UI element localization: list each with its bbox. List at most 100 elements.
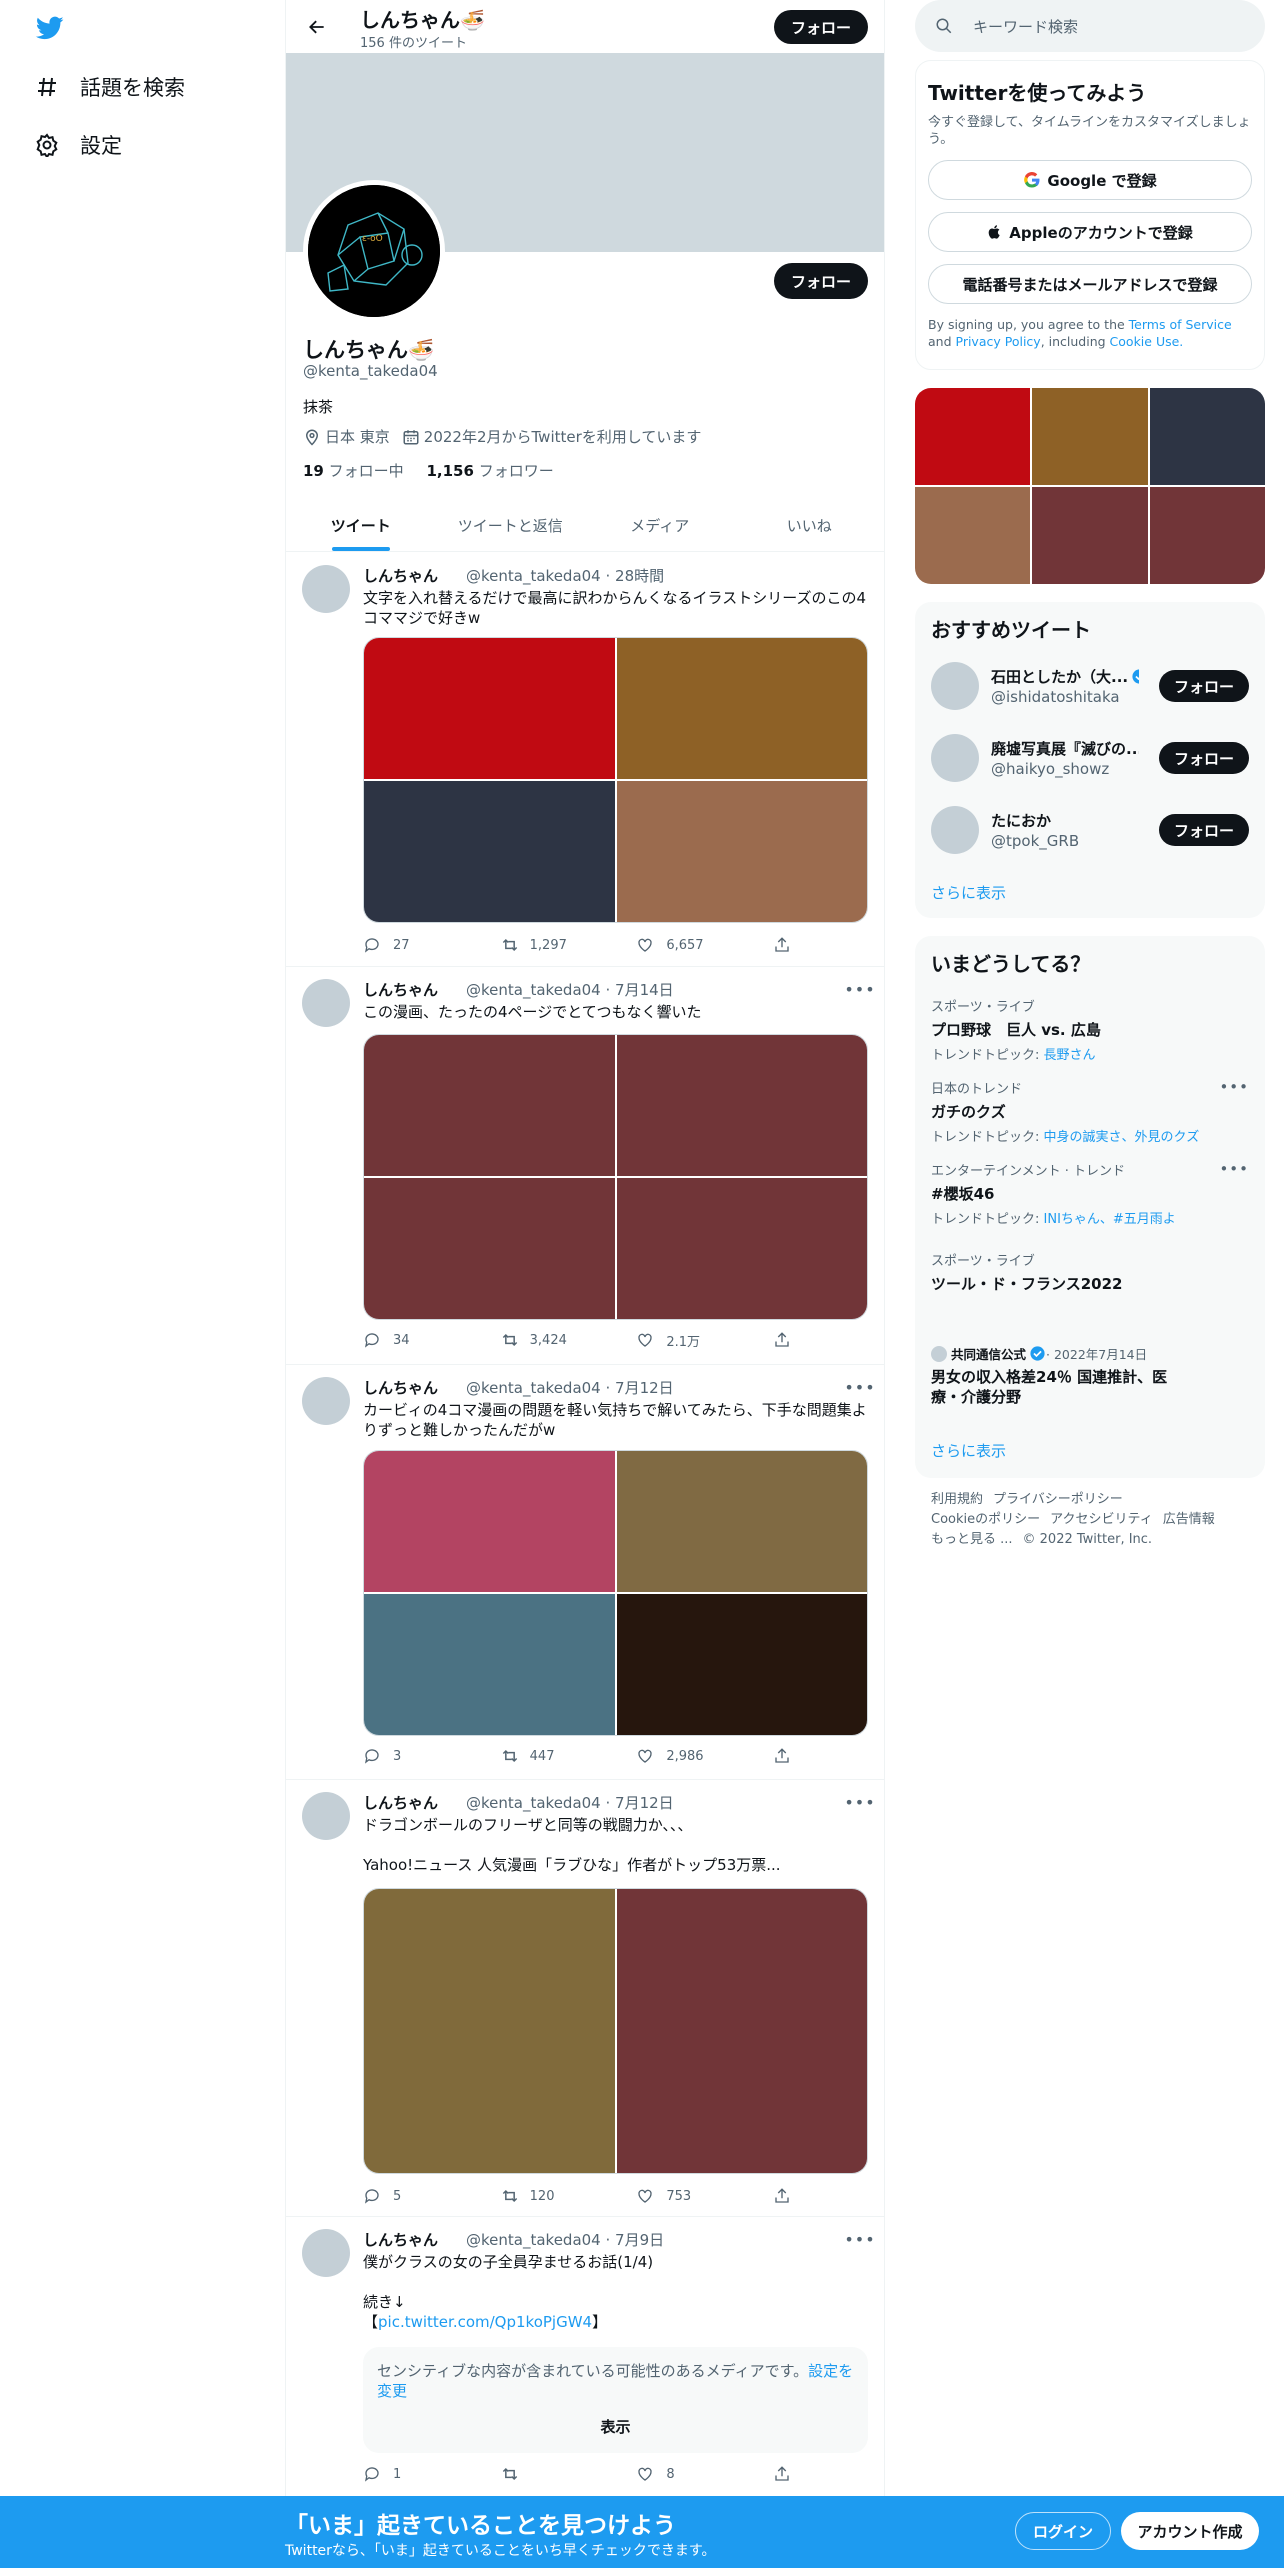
recommend-user[interactable]: 石田としたか（大... @ishidatoshitaka フォロー	[931, 658, 1249, 714]
twitter-logo-icon[interactable]	[34, 14, 66, 42]
like-button[interactable]: 2.1万	[636, 1330, 746, 1350]
footer-accessibility-link[interactable]: アクセシビリティ	[1050, 1512, 1153, 1527]
retweet-button[interactable]	[500, 2464, 610, 2484]
tweet-author-name[interactable]: しんちゃん	[363, 979, 438, 1000]
terms-link[interactable]: Terms of Service	[1129, 317, 1232, 332]
login-button[interactable]: ログイン	[1015, 2512, 1111, 2550]
media-image[interactable]	[616, 1889, 867, 2173]
google-signup-button[interactable]: Google で登録	[928, 160, 1252, 200]
tab-media[interactable]: メディア	[585, 500, 735, 551]
share-button[interactable]	[773, 2464, 793, 2484]
footer-cookie-link[interactable]: Cookieのポリシー	[931, 1512, 1040, 1527]
footer-privacy-link[interactable]: プライバシーポリシー	[993, 1492, 1123, 1507]
tweet-avatar[interactable]	[302, 1377, 350, 1425]
avatar[interactable]	[931, 806, 979, 854]
tweet-author-name[interactable]: しんちゃん	[363, 2229, 438, 2250]
media-thumbnail[interactable]	[915, 388, 1031, 485]
tweet-media-grid[interactable]	[363, 1888, 868, 2174]
tweet-handle-time[interactable]: @kenta_takeda04 · 7月14日	[466, 979, 674, 1000]
media-thumbnail[interactable]	[915, 487, 1031, 584]
more-dots-icon[interactable]: •••	[844, 1792, 874, 1812]
like-button[interactable]: 2,986	[636, 1746, 746, 1766]
avatar[interactable]	[931, 734, 979, 782]
recommend-user[interactable]: 廃墟写真展『滅びの... @haikyo_showz フォロー	[931, 730, 1249, 786]
tweet[interactable]: しんちゃん @kenta_takeda04 · 7月12日 ••• ドラゴンボー…	[286, 1780, 884, 2217]
back-arrow-icon[interactable]	[302, 12, 332, 42]
retweet-button[interactable]: 447	[500, 1746, 610, 1766]
media-image[interactable]	[364, 1451, 615, 1592]
tweet-avatar[interactable]	[302, 565, 350, 613]
tweet-avatar[interactable]	[302, 1792, 350, 1840]
share-button[interactable]	[773, 1330, 793, 1350]
followers-link[interactable]: 1,156 フォロワー	[426, 462, 553, 480]
profile-avatar[interactable]: ε-oO	[303, 180, 445, 322]
following-link[interactable]: 19 フォロー中	[303, 462, 404, 480]
footer-more-link[interactable]: もっと見る ...	[931, 1532, 1013, 1547]
more-dots-icon[interactable]: •••	[1219, 1160, 1249, 1178]
tweet-handle-time[interactable]: @kenta_takeda04 · 28時間	[466, 565, 664, 586]
media-image[interactable]	[616, 638, 867, 779]
news-item[interactable]: 共同通信公式 · 2022年7月14日 男女の収入格差24％ 国連推計、医療・介…	[931, 1344, 1249, 1407]
more-dots-icon[interactable]: •••	[844, 2229, 874, 2249]
follow-button[interactable]: フォロー	[1159, 742, 1249, 774]
tweet[interactable]: しんちゃん @kenta_takeda04 · 7月14日 ••• この漫画、た…	[286, 967, 884, 1365]
tab-likes[interactable]: いいね	[735, 500, 885, 551]
trend-related-link[interactable]: 長野さん	[1044, 1048, 1096, 1063]
retweet-button[interactable]: 1,297	[500, 935, 610, 955]
media-image[interactable]	[616, 1178, 867, 1319]
media-image[interactable]	[616, 1451, 867, 1592]
header-follow-button[interactable]: フォロー	[774, 10, 868, 44]
show-media-button[interactable]: 表示	[363, 2417, 868, 2437]
media-thumbnail[interactable]	[1149, 388, 1265, 485]
like-button[interactable]: 6,657	[636, 935, 746, 955]
trend-related-link[interactable]: INIちゃん、#五月雨よ	[1044, 1212, 1176, 1227]
tweet-handle-time[interactable]: @kenta_takeda04 · 7月12日	[466, 1792, 674, 1813]
tweet-author-name[interactable]: しんちゃん	[363, 1377, 438, 1398]
tweet-author-name[interactable]: しんちゃん	[363, 1792, 438, 1813]
search-input[interactable]: キーワード検索	[915, 0, 1265, 52]
tweet-avatar[interactable]	[302, 2229, 350, 2277]
media-image[interactable]	[616, 781, 867, 922]
reply-button[interactable]: 1	[363, 2464, 473, 2484]
cookie-link[interactable]: Cookie Use.	[1110, 334, 1184, 349]
reply-button[interactable]: 3	[363, 1746, 473, 1766]
footer-terms-link[interactable]: 利用規約	[931, 1492, 983, 1507]
tweet-media-grid[interactable]	[363, 1450, 868, 1736]
tweet-handle-time[interactable]: @kenta_takeda04 · 7月9日	[466, 2229, 664, 2250]
share-button[interactable]	[773, 1746, 793, 1766]
more-dots-icon[interactable]: •••	[844, 979, 874, 999]
recommend-show-more-link[interactable]: さらに表示	[931, 882, 1006, 903]
follow-button[interactable]: フォロー	[1159, 670, 1249, 702]
follow-button[interactable]: フォロー	[1159, 814, 1249, 846]
more-dots-icon[interactable]: •••	[844, 1377, 874, 1397]
media-image[interactable]	[364, 1594, 615, 1735]
tweet-media-grid[interactable]	[363, 637, 868, 923]
trends-show-more-link[interactable]: さらに表示	[931, 1440, 1006, 1461]
like-button[interactable]: 8	[636, 2464, 746, 2484]
media-thumbnail[interactable]	[1149, 487, 1265, 584]
tweet-avatar[interactable]	[302, 979, 350, 1027]
tab-tweets[interactable]: ツイート	[286, 500, 436, 551]
tweet[interactable]: しんちゃん @kenta_takeda04 · 7月9日 ••• 僕がクラスの女…	[286, 2217, 884, 2496]
media-image[interactable]	[616, 1594, 867, 1735]
tweet-handle-time[interactable]: @kenta_takeda04 · 7月12日	[466, 1377, 674, 1398]
privacy-link[interactable]: Privacy Policy	[956, 334, 1041, 349]
nav-settings[interactable]: 設定	[34, 125, 122, 165]
reply-button[interactable]: 5	[363, 2186, 473, 2206]
media-thumbnail[interactable]	[1032, 388, 1148, 485]
media-image[interactable]	[364, 781, 615, 922]
share-button[interactable]	[773, 935, 793, 955]
media-image[interactable]	[364, 1178, 615, 1319]
trend-item[interactable]: ••• 日本のトレンド ガチのクズ トレンドトピック: 中身の誠実さ、外見のクズ	[931, 1078, 1249, 1145]
trend-item[interactable]: スポーツ・ライブ ツール・ド・フランス2022	[931, 1250, 1249, 1294]
tweet-link[interactable]: pic.twitter.com/Qp1koPjGW4	[378, 2313, 592, 2331]
signup-button[interactable]: アカウント作成	[1121, 2512, 1259, 2550]
media-image[interactable]	[364, 1889, 615, 2173]
trend-item[interactable]: スポーツ・ライブ プロ野球 巨人 vs. 広島 トレンドトピック: 長野さん	[931, 996, 1249, 1063]
media-image[interactable]	[616, 1035, 867, 1176]
profile-follow-button[interactable]: フォロー	[774, 263, 868, 299]
retweet-button[interactable]: 120	[500, 2186, 610, 2206]
trend-related-link[interactable]: 中身の誠実さ、外見のクズ	[1044, 1130, 1200, 1145]
apple-signup-button[interactable]: Appleのアカウントで登録	[928, 212, 1252, 252]
share-button[interactable]	[773, 2186, 793, 2206]
